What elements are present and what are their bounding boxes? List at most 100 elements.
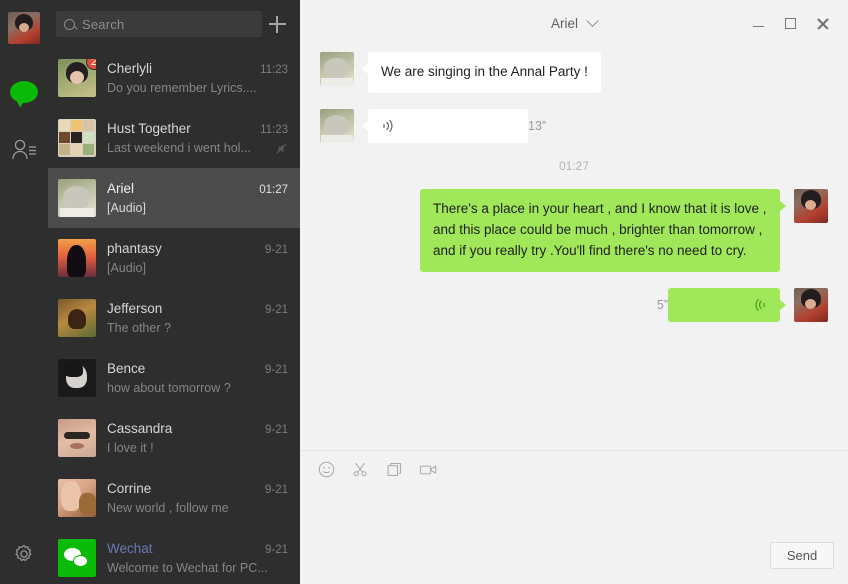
avatar — [58, 419, 96, 457]
screenshot-button[interactable] — [348, 457, 372, 481]
chat-list-item[interactable]: phantasy 9-21 [Audio] — [48, 228, 300, 288]
maximize-button[interactable] — [774, 8, 806, 38]
chat-item-time: 9-21 — [264, 544, 288, 556]
avatar-tile — [59, 120, 70, 131]
avatar: 23 — [58, 59, 96, 97]
message-bubble[interactable]: There's a place in your heart , and I kn… — [420, 188, 786, 272]
sidebar-item-settings[interactable] — [0, 532, 48, 576]
voice-message-bubble[interactable] — [668, 287, 786, 322]
message-input[interactable] — [314, 487, 834, 497]
message-bubble[interactable]: We are singing in the Annal Party ! — [362, 52, 601, 93]
message-editor[interactable] — [300, 487, 848, 536]
chat-list-item[interactable]: Bence 9-21 how about tomorrow ? — [48, 348, 300, 408]
chat-item-preview: Do you remember Lyrics.... — [107, 81, 257, 95]
unread-badge: 23 — [86, 59, 96, 70]
message-avatar — [320, 52, 354, 86]
chat-item-time: 9-21 — [264, 304, 288, 316]
chat-item-preview: how about tomorrow ? — [107, 381, 231, 395]
send-button[interactable]: Send — [770, 541, 834, 569]
message-list: We are singing in the Annal Party ! 13” 01… — [300, 46, 848, 450]
chat-item-name: Cassandra — [107, 421, 173, 436]
user-avatar[interactable] — [8, 12, 40, 44]
chat-item-time: 11:23 — [260, 124, 288, 136]
video-call-button[interactable] — [416, 457, 440, 481]
composer: Send — [300, 450, 848, 584]
sidebar-item-contacts[interactable] — [0, 128, 48, 172]
chat-item-name: Bence — [107, 361, 146, 376]
sidebar-item-chats[interactable] — [0, 70, 48, 114]
page-title: Ariel — [550, 15, 578, 31]
minimize-icon — [752, 25, 764, 28]
chat-item-name: phantasy — [107, 241, 162, 256]
chat-list-item[interactable]: Hust Together 11:23 Last weekend i went ho… — [48, 108, 300, 168]
chat-item-bottom: Do you remember Lyrics.... — [107, 81, 288, 95]
chat-item-name: Corrine — [107, 481, 152, 496]
chat-item-top: Jefferson 9-21 — [107, 301, 288, 316]
avatar-tile — [71, 144, 82, 155]
chat-icon — [10, 81, 38, 103]
chat-item-name: Ariel — [107, 181, 135, 196]
chat-item-top: Ariel 01:27 — [107, 181, 288, 196]
chat-items: 23 Cherlyli11:23 Do you remember Lyrics...… — [48, 48, 300, 584]
maximize-icon — [784, 17, 796, 29]
emoji-icon — [318, 461, 334, 477]
chat-item-time: 9-21 — [264, 484, 288, 496]
search-placeholder: Search — [82, 16, 125, 32]
chat-item-body: Hust Together 11:23 Last weekend i went ho… — [107, 121, 288, 155]
chat-item-preview: New world , follow me — [107, 501, 229, 515]
chat-item-top: Cherlyli 11:23 — [107, 61, 288, 76]
voice-message-bubble[interactable] — [362, 108, 528, 143]
add-chat-button[interactable] — [262, 9, 292, 39]
avatar-tile — [71, 120, 82, 131]
chat-item-time: 9-21 — [264, 364, 288, 376]
search-input[interactable]: Search — [56, 11, 262, 37]
chat-item-preview: The other ? — [107, 321, 171, 335]
chat-list-panel: Search 23 Cherlyli11:23 Do you remember Ly… — [48, 0, 300, 584]
chat-list-item[interactable]: Jefferson 9-21 The other ? — [48, 288, 300, 348]
send-file-button[interactable] — [382, 457, 406, 481]
chevron-down-icon[interactable] — [586, 13, 599, 27]
emoji-button[interactable] — [314, 457, 338, 481]
chat-item-body: Cherlyli 11:23 Do you remember Lyrics.... — [107, 61, 288, 95]
timestamp-divider: 01:27 — [558, 158, 590, 173]
chat-item-body: Jefferson 9-21 The other ? — [107, 301, 288, 335]
chat-list-item[interactable]: Cassandra 9-21 I love it ! — [48, 408, 300, 468]
titlebar: Ariel — [300, 0, 848, 46]
send-row: Send — [300, 536, 848, 584]
avatar — [58, 239, 96, 277]
chat-item-body: Bence 9-21 how about tomorrow ? — [107, 361, 288, 395]
chat-item-preview: [Audio] — [107, 201, 146, 215]
avatar — [58, 479, 96, 517]
chat-item-name: Jefferson — [107, 301, 163, 316]
chat-item-time: 9-21 — [264, 244, 288, 256]
mute-icon — [275, 142, 288, 155]
chat-item-bottom: The other ? — [107, 321, 288, 335]
chat-list-item[interactable]: Ariel 01:27 [Audio] — [48, 168, 300, 228]
chat-item-bottom: how about tomorrow ? — [107, 381, 288, 395]
chat-list-item[interactable]: Corrine 9-21 New world , follow me — [48, 468, 300, 528]
chat-item-top: Wechat 9-21 — [107, 541, 288, 556]
avatar-tile — [59, 144, 70, 155]
chat-list-item[interactable]: 23 Cherlyli 11:23 Do you remember Lyrics...… — [48, 48, 300, 108]
chat-item-body: phantasy 9-21 [Audio] — [107, 241, 288, 275]
message-avatar — [794, 188, 828, 223]
chat-item-bottom: I love it ! — [107, 441, 288, 455]
message-avatar — [320, 108, 354, 143]
conversation-panel: Ariel We are singing in the Annal Party … — [300, 0, 848, 584]
chat-item-time: 9-21 — [264, 424, 288, 436]
chat-item-bottom: [Audio] — [107, 201, 288, 215]
chat-item-preview: Last weekend i went hol... — [107, 141, 251, 155]
chat-item-time: 11:23 — [260, 64, 288, 76]
chat-item-preview: Welcome to Wechat for PC... — [107, 561, 268, 575]
message-row: 5” — [320, 287, 828, 322]
minimize-button[interactable] — [742, 8, 774, 38]
chat-item-bottom: Last weekend i went hol... — [107, 141, 288, 155]
wechat-bubble-b — [73, 555, 88, 567]
avatar-tile — [83, 144, 94, 155]
voice-duration: 13” — [528, 118, 547, 133]
video-call-icon — [419, 465, 436, 474]
close-button[interactable] — [806, 8, 838, 38]
chat-item-name: Hust Together — [107, 121, 191, 136]
chat-item-bottom: Welcome to Wechat for PC... — [107, 561, 288, 575]
chat-list-item[interactable]: Wechat 9-21 Welcome to Wechat for PC... — [48, 528, 300, 584]
